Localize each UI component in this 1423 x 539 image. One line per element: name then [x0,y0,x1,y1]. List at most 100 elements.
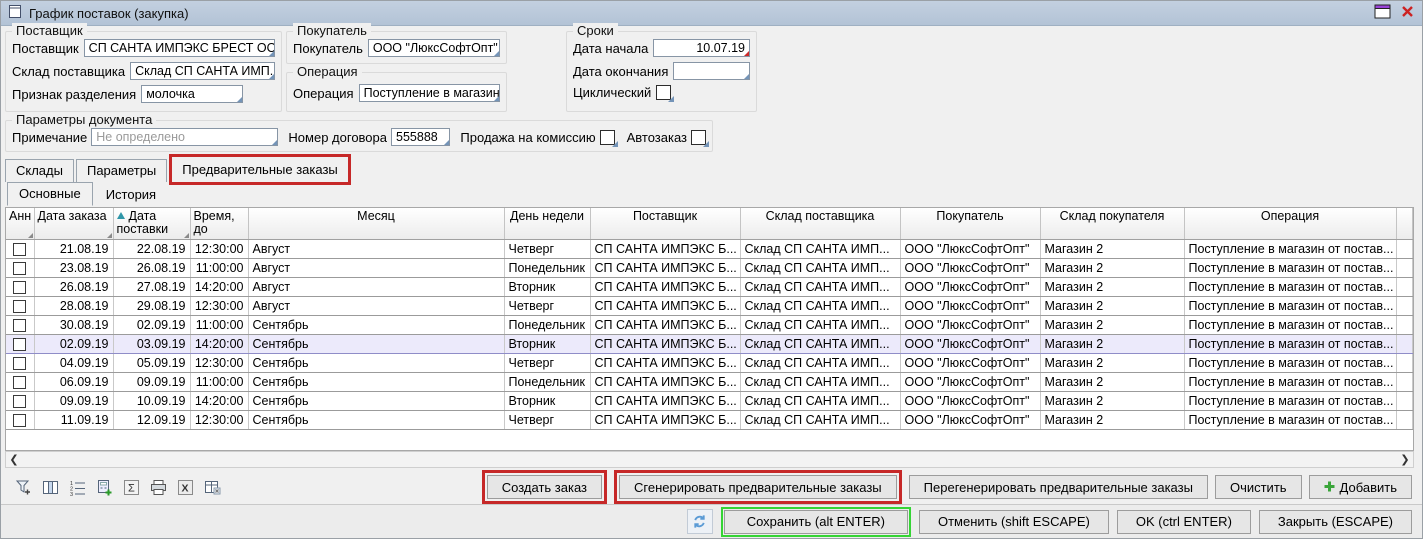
table-row[interactable]: 28.08.1929.08.1912:30:00АвгустЧетвергСП … [6,296,1412,315]
cell-order_date[interactable]: 04.09.19 [34,353,113,372]
cell-delivery_date[interactable]: 12.09.19 [113,410,190,429]
column-header-8[interactable]: Склад поставщика [740,208,900,239]
cell-buyer_wh[interactable]: Магазин 2 [1040,296,1184,315]
autoorder-checkbox[interactable] [691,130,706,145]
cell-buyer_wh[interactable]: Магазин 2 [1040,410,1184,429]
cell-buyer[interactable]: ООО "ЛюксСофтОпт" [900,391,1040,410]
cell-order_date[interactable]: 09.09.19 [34,391,113,410]
cell-delivery_date[interactable]: 05.09.19 [113,353,190,372]
table-row[interactable]: 26.08.1927.08.1914:20:00АвгустВторникСП … [6,277,1412,296]
contract-input[interactable]: 555888 [391,128,450,146]
division-input[interactable]: молочка [141,85,243,103]
cell-supplier[interactable]: СП САНТА ИМПЭКС Б... [590,391,740,410]
row-checkbox[interactable] [13,357,26,370]
cell-operation[interactable]: Поступление в магазин от постав... [1184,410,1396,429]
create-order-button[interactable]: Создать заказ [487,475,602,499]
cell-weekday[interactable]: Четверг [504,296,590,315]
cell-buyer[interactable]: ООО "ЛюксСофтОпт" [900,239,1040,258]
tab-3[interactable]: Предварительные заказы [169,154,350,185]
table-row[interactable]: 11.09.1912.09.1912:30:00СентябрьЧетвергС… [6,410,1412,429]
cell-delivery_date[interactable]: 29.08.19 [113,296,190,315]
row-checkbox[interactable] [13,395,26,408]
cell-month[interactable]: Август [248,258,504,277]
column-header-5[interactable]: Месяц [248,208,504,239]
cell-buyer[interactable]: ООО "ЛюксСофтОпт" [900,315,1040,334]
table-row[interactable]: 06.09.1909.09.1911:00:00СентябрьПонедель… [6,372,1412,391]
cell-order_date[interactable]: 23.08.19 [34,258,113,277]
cell-month[interactable]: Сентябрь [248,410,504,429]
maximize-button[interactable] [1374,4,1391,22]
sum-sigma-icon[interactable]: Σ [121,477,141,497]
save-button[interactable]: Сохранить (alt ENTER) [724,510,908,534]
supplier-warehouse-input[interactable]: Склад СП САНТА ИМП... [130,62,275,80]
cell-buyer[interactable]: ООО "ЛюксСофтОпт" [900,296,1040,315]
cell-supplier[interactable]: СП САНТА ИМПЭКС Б... [590,315,740,334]
cell-delivery_date[interactable]: 10.09.19 [113,391,190,410]
print-icon[interactable] [148,477,168,497]
cell-month[interactable]: Сентябрь [248,315,504,334]
tab-1[interactable]: Склады [5,159,74,182]
supplier-input[interactable]: СП САНТА ИМПЭКС БРЕСТ ООО [84,39,275,57]
cell-buyer_wh[interactable]: Магазин 2 [1040,372,1184,391]
cell-supplier_wh[interactable]: Склад СП САНТА ИМП... [740,391,900,410]
cell-buyer[interactable]: ООО "ЛюксСофтОпт" [900,334,1040,353]
row-checkbox[interactable] [13,319,26,332]
cell-buyer_wh[interactable]: Магазин 2 [1040,391,1184,410]
cell-delivery_date[interactable]: 03.09.19 [113,334,190,353]
cell-delivery_date[interactable]: 09.09.19 [113,372,190,391]
cell-weekday[interactable]: Вторник [504,391,590,410]
cell-supplier_wh[interactable]: Склад СП САНТА ИМП... [740,296,900,315]
cell-supplier[interactable]: СП САНТА ИМПЭКС Б... [590,353,740,372]
cell-month[interactable]: Сентябрь [248,334,504,353]
cell-month[interactable]: Август [248,239,504,258]
cell-operation[interactable]: Поступление в магазин от постав... [1184,353,1396,372]
cell-operation[interactable]: Поступление в магазин от постав... [1184,372,1396,391]
cell-month[interactable]: Сентябрь [248,353,504,372]
ok-button[interactable]: OK (ctrl ENTER) [1117,510,1251,534]
row-checkbox[interactable] [13,376,26,389]
cell-supplier[interactable]: СП САНТА ИМПЭКС Б... [590,277,740,296]
cell-order_date[interactable]: 06.09.19 [34,372,113,391]
add-button[interactable]: Добавить [1309,475,1412,499]
cell-time[interactable]: 12:30:00 [190,353,248,372]
cell-operation[interactable]: Поступление в магазин от постав... [1184,315,1396,334]
column-header-10[interactable]: Склад покупателя [1040,208,1184,239]
subtab-2[interactable]: История [95,184,167,206]
cancel-button[interactable]: Отменить (shift ESCAPE) [919,510,1109,534]
cell-supplier_wh[interactable]: Склад СП САНТА ИМП... [740,277,900,296]
cell-operation[interactable]: Поступление в магазин от постав... [1184,277,1396,296]
end-date-input[interactable] [673,62,750,80]
cell-time[interactable]: 12:30:00 [190,296,248,315]
cell-buyer[interactable]: ООО "ЛюксСофтОпт" [900,277,1040,296]
cell-weekday[interactable]: Четверг [504,410,590,429]
cell-time[interactable]: 11:00:00 [190,372,248,391]
cell-weekday[interactable]: Четверг [504,239,590,258]
column-visibility-icon[interactable] [40,477,60,497]
cell-weekday[interactable]: Понедельник [504,258,590,277]
cell-order_date[interactable]: 21.08.19 [34,239,113,258]
column-header-1[interactable]: Анн [6,208,34,239]
cell-weekday[interactable]: Четверг [504,353,590,372]
cell-order_date[interactable]: 26.08.19 [34,277,113,296]
cell-month[interactable]: Сентябрь [248,372,504,391]
column-header-4[interactable]: Время, до [190,208,248,239]
cell-time[interactable]: 11:00:00 [190,315,248,334]
cell-supplier_wh[interactable]: Склад СП САНТА ИМП... [740,353,900,372]
cell-buyer_wh[interactable]: Магазин 2 [1040,315,1184,334]
cell-order_date[interactable]: 28.08.19 [34,296,113,315]
refresh-button[interactable] [687,509,713,534]
cell-supplier[interactable]: СП САНТА ИМПЭКС Б... [590,410,740,429]
table-row[interactable]: 09.09.1910.09.1914:20:00СентябрьВторникС… [6,391,1412,410]
row-checkbox[interactable] [13,243,26,256]
cell-month[interactable]: Август [248,277,504,296]
cell-buyer_wh[interactable]: Магазин 2 [1040,334,1184,353]
cell-weekday[interactable]: Вторник [504,277,590,296]
cell-order_date[interactable]: 30.08.19 [34,315,113,334]
cell-weekday[interactable]: Вторник [504,334,590,353]
horizontal-scrollbar[interactable]: ❮ ❯ [5,451,1414,468]
table-row[interactable]: 04.09.1905.09.1912:30:00СентябрьЧетвергС… [6,353,1412,372]
row-checkbox[interactable] [13,281,26,294]
buyer-input[interactable]: ООО "ЛюксСофтОпт" [368,39,500,57]
numbered-list-icon[interactable]: 123 [67,477,87,497]
cell-order_date[interactable]: 11.09.19 [34,410,113,429]
